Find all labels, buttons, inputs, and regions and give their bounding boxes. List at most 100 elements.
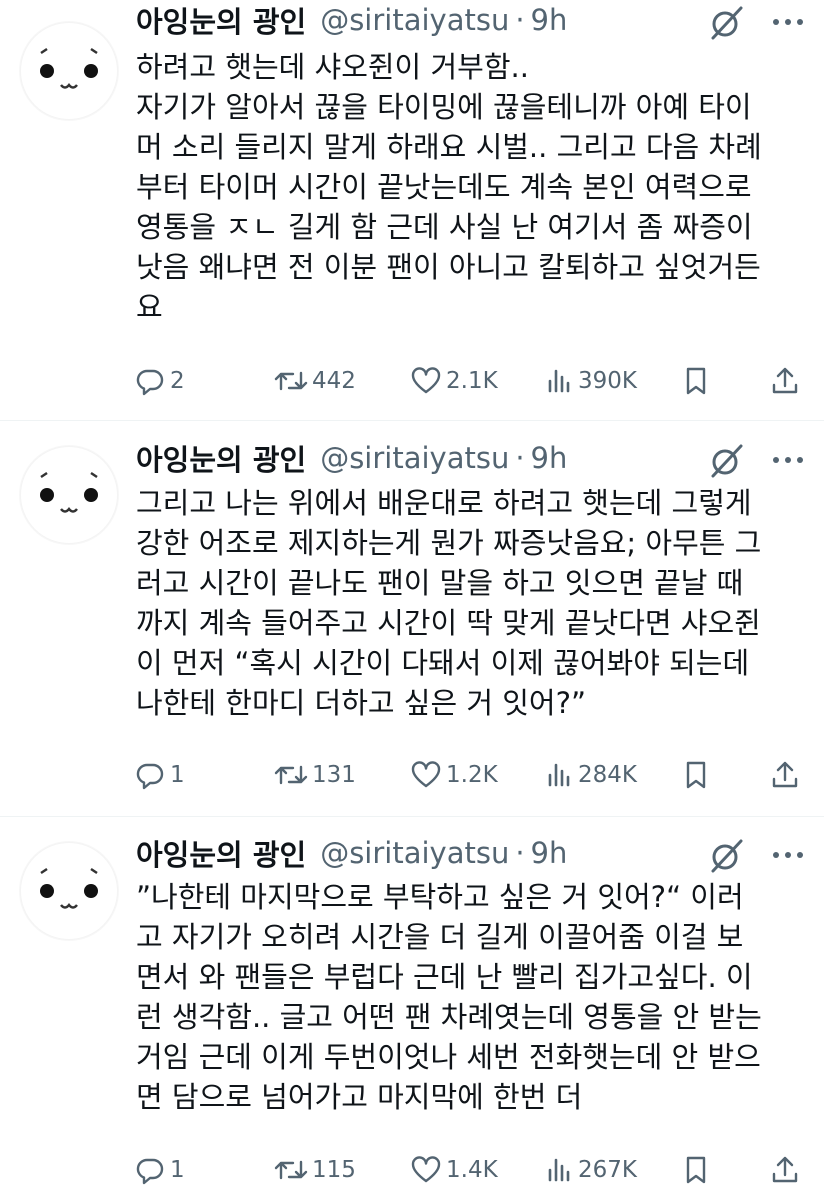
more-dots-icon[interactable]: [768, 835, 808, 875]
tweet-1[interactable]: 아잉눈의 광인 @siritaiyatsu · 9h 하려고 햇는데 샤오쥔이 …: [0, 0, 824, 420]
author-handle[interactable]: @siritaiyatsu: [320, 836, 509, 870]
like-count: 1.2K: [446, 762, 498, 788]
tweet-text-line: 영통을 ㅈㄴ 길게 함 근데 사실 난 여기서 좀 짜증이: [136, 210, 753, 244]
author-name[interactable]: 아잉눈의 광인: [136, 437, 306, 479]
tweet-text-line: 이 먼저 “혹시 시간이 다돼서 이제 끊어봐야 되는데: [136, 646, 750, 680]
bookmark-button[interactable]: [682, 1148, 710, 1192]
reply-icon: [136, 369, 164, 396]
retweet-count: 131: [312, 762, 356, 788]
timestamp[interactable]: 9h: [531, 441, 568, 475]
views-chart-icon: [548, 369, 570, 393]
author-name[interactable]: 아잉눈의 광인: [136, 832, 306, 874]
author-name[interactable]: 아잉눈의 광인: [136, 0, 306, 41]
share-button[interactable]: [770, 1148, 800, 1192]
tweet-actions: 2 442 2.1K 390K: [128, 359, 808, 403]
avatar[interactable]: [20, 446, 118, 544]
tweet-text-line: 면 담으로 넘어가고 마지막에 한번 더: [136, 1080, 583, 1114]
grok-slash-icon[interactable]: [705, 833, 749, 877]
separator-dot: ·: [515, 3, 525, 37]
share-icon: [772, 367, 798, 394]
tweet-text-line: 거임 근데 이게 두번이엇나 세번 전화햇는데 안 받으: [136, 1040, 761, 1074]
author-handle[interactable]: @siritaiyatsu: [320, 441, 509, 475]
avatar-face-image: [40, 867, 98, 909]
reply-icon: [136, 1158, 164, 1185]
separator-dot: ·: [515, 441, 525, 475]
avatar-face-image: [40, 471, 98, 513]
tweet-text-line: 요: [136, 290, 163, 324]
tweet-text-line: 그리고 나는 위에서 배운대로 하려고 햇는데 그렇게: [136, 486, 752, 520]
retweet-icon: [274, 765, 308, 785]
like-count: 1.4K: [446, 1157, 498, 1183]
retweet-icon: [274, 1160, 308, 1180]
bookmark-icon: [686, 761, 706, 789]
heart-icon: [411, 761, 441, 788]
retweet-button[interactable]: 115: [274, 1148, 356, 1192]
tweet-text-line: 까지 계속 들어주고 시간이 딱 맞게 끝낫다면 샤오쥔: [136, 606, 761, 640]
heart-icon: [411, 367, 441, 394]
tweet-text: 하려고 햇는데 샤오쥔이 거부함.. 자기가 알아서 끊을 타이밍에 끊을테니까…: [136, 47, 806, 327]
tweet-text-line: ”나한테 마지막으로 부탁하고 싶은 거 잇어?“ 이러: [136, 880, 744, 914]
more-dots-icon[interactable]: [768, 2, 808, 42]
tweet-header: 아잉눈의 광인 @siritaiyatsu · 9h: [136, 0, 567, 42]
retweet-button[interactable]: 442: [274, 359, 356, 403]
tweet-2[interactable]: 아잉눈의 광인 @siritaiyatsu · 9h 그리고 나는 위에서 배운…: [0, 421, 824, 816]
separator-dot: ·: [515, 836, 525, 870]
tweet-text-line: 부터 타이머 시간이 끝낫는데도 계속 본인 여력으로: [136, 170, 752, 204]
reply-button[interactable]: 1: [134, 1148, 185, 1192]
views-button[interactable]: 267K: [546, 1148, 637, 1192]
reply-icon: [136, 763, 164, 790]
tweet-text-line: 자기가 알아서 끊을 타이밍에 끊을테니까 아예 타이: [136, 90, 752, 124]
tweet-header: 아잉눈의 광인 @siritaiyatsu · 9h: [136, 831, 567, 875]
like-count: 2.1K: [446, 368, 498, 394]
avatar-face-image: [40, 47, 98, 89]
views-chart-icon: [548, 1158, 570, 1182]
bookmark-button[interactable]: [682, 359, 710, 403]
bookmark-icon: [686, 1156, 706, 1184]
tweet-3[interactable]: 아잉눈의 광인 @siritaiyatsu · 9h ”나한테 마지막으로 부탁…: [0, 817, 824, 1200]
share-button[interactable]: [770, 753, 800, 797]
views-count: 267K: [578, 1157, 637, 1183]
bookmark-button[interactable]: [682, 753, 710, 797]
share-button[interactable]: [770, 359, 800, 403]
reply-count: 1: [170, 762, 185, 788]
heart-icon: [411, 1156, 441, 1183]
author-handle[interactable]: @siritaiyatsu: [320, 3, 509, 37]
tweet-actions: 1 131 1.2K 284K: [128, 753, 808, 797]
share-icon: [772, 1156, 798, 1183]
tweet-header: 아잉눈의 광인 @siritaiyatsu · 9h: [136, 436, 567, 480]
tweet-text-line: 머 소리 들리지 말게 하래요 시벌.. 그리고 다음 차례: [136, 130, 762, 164]
reply-count: 1: [170, 1157, 185, 1183]
like-button[interactable]: 1.2K: [410, 753, 498, 797]
grok-slash-icon[interactable]: [705, 438, 749, 482]
tweet-text-line: 면서 와 팬들은 부럽다 근데 난 빨리 집가고싶다. 이: [136, 960, 753, 994]
timestamp[interactable]: 9h: [531, 836, 568, 870]
like-button[interactable]: 1.4K: [410, 1148, 498, 1192]
tweet-text-line: 고 자기가 오히려 시간을 더 길게 이끌어줌 이걸 보: [136, 920, 744, 954]
like-button[interactable]: 2.1K: [410, 359, 498, 403]
tweet-text-line: 런 생각함.. 글고 어떤 팬 차례엿는데 영통을 안 받는: [136, 1000, 762, 1034]
bookmark-icon: [686, 367, 706, 395]
reply-button[interactable]: 1: [134, 753, 185, 797]
retweet-count: 115: [312, 1157, 356, 1183]
tweet-text: 그리고 나는 위에서 배운대로 하려고 햇는데 그렇게 강한 어조로 제지하는게…: [136, 483, 806, 723]
tweet-text-line: 하려고 햇는데 샤오쥔이 거부함..: [136, 50, 529, 84]
reply-button[interactable]: 2: [134, 359, 185, 403]
avatar[interactable]: [20, 842, 118, 940]
retweet-count: 442: [312, 368, 356, 394]
share-icon: [772, 761, 798, 788]
grok-slash-icon[interactable]: [705, 0, 749, 44]
views-count: 390K: [578, 368, 637, 394]
views-chart-icon: [548, 763, 570, 787]
retweet-icon: [274, 371, 308, 391]
views-button[interactable]: 390K: [546, 359, 637, 403]
tweet-text-line: 낫음 왜냐면 전 이분 팬이 아니고 칼퇴하고 싶엇거든: [136, 250, 761, 284]
retweet-button[interactable]: 131: [274, 753, 356, 797]
views-button[interactable]: 284K: [546, 753, 637, 797]
reply-count: 2: [170, 368, 185, 394]
timestamp[interactable]: 9h: [531, 3, 568, 37]
more-dots-icon[interactable]: [768, 440, 808, 480]
tweet-text-line: 러고 시간이 끝나도 팬이 말을 하고 잇으면 끝날 때: [136, 566, 744, 600]
views-count: 284K: [578, 762, 637, 788]
avatar[interactable]: [20, 22, 118, 120]
tweet-text-line: 나한테 한마디 더하고 싶은 거 잇어?”: [136, 686, 587, 720]
